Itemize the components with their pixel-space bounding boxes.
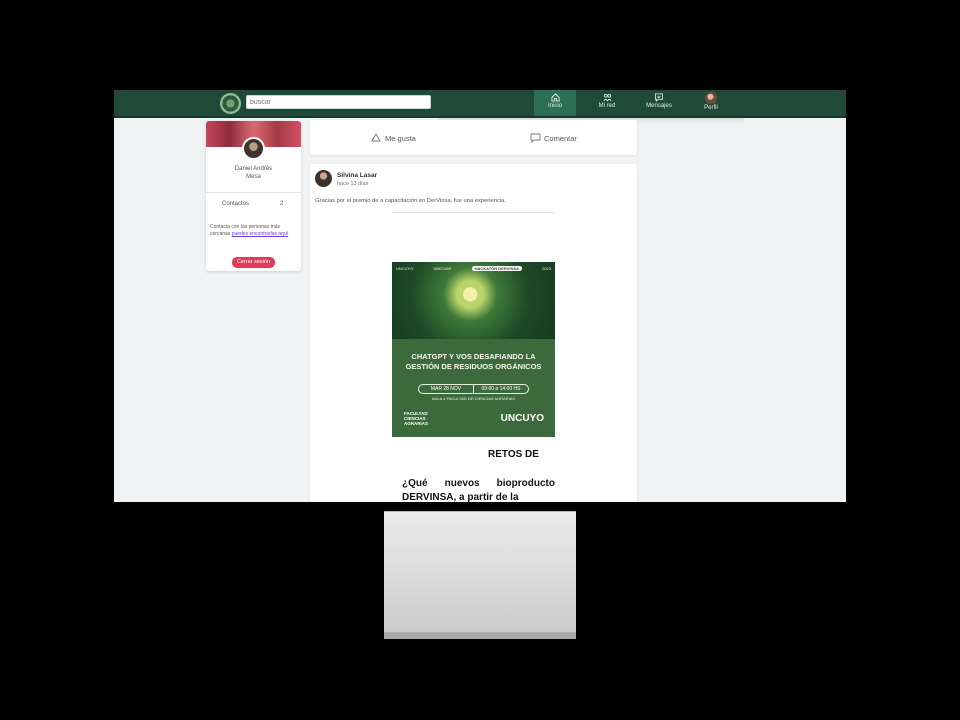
monitor-stand	[384, 511, 576, 639]
post-image[interactable]: UNCUYO INNOVAR HACKATÓN DERVINSA 2023 CH…	[392, 262, 555, 437]
poster-hours: 09:00 a 14:00 HS	[473, 385, 528, 393]
divider	[392, 212, 554, 213]
poster-tag: INNOVAR	[433, 266, 452, 271]
profile-name-line1: Daniel Andrés	[234, 166, 273, 172]
poster-date: MAR 28 NOV	[430, 386, 462, 392]
post-author-avatar[interactable]	[315, 170, 332, 187]
message-icon	[654, 93, 664, 102]
poster-date-box: MAR 28 NOV 09:00 a 14:00 HS	[418, 384, 529, 394]
nav-home-label: Inicio	[547, 103, 562, 109]
nav-messages-label: Mensajes	[646, 103, 672, 109]
profile-card: Daniel Andrés Mesa Contactos 2 Contacta …	[206, 121, 301, 271]
monitor-screen: Inicio Mi red Mensajes Perfil Daniel And…	[114, 90, 846, 502]
divider	[206, 192, 301, 193]
faculty-logo: FACULTAD CIENCIAS AGRARIAS	[404, 411, 428, 426]
nav-network-label: Mi red	[598, 103, 616, 109]
nav-network[interactable]: Mi red	[586, 90, 628, 116]
app-logo[interactable]	[220, 93, 241, 114]
poster-title-line1: CHATGPT Y VOS DESAFIANDO LA	[411, 352, 536, 361]
comment-button[interactable]: Comentar	[530, 133, 577, 143]
post-card: Silvina Lasar hace 13 días Gracias por e…	[310, 164, 637, 502]
post-text: Gracias por el premio de a capacitación …	[315, 198, 506, 204]
avatar	[705, 92, 717, 104]
nav-home[interactable]: Inicio	[534, 90, 576, 116]
contact-suggestion-link[interactable]: puedes encontrarlas aquí	[232, 231, 288, 237]
nav-messages[interactable]: Mensajes	[638, 90, 680, 116]
poster-place: AULA 4 FACULTAD DE CIENCIAS AGRARIAS	[431, 396, 516, 401]
home-icon	[550, 93, 560, 102]
like-button[interactable]: Me gusta	[370, 133, 416, 144]
poster-org: UNCUYO	[396, 266, 414, 271]
post-question: ¿Qué nuevos bioproducto DERVINSA, a part…	[402, 478, 555, 502]
profile-name-line2: Mesa	[246, 174, 261, 180]
profile-avatar[interactable]	[242, 137, 265, 160]
faculty-line3: AGRARIAS	[404, 420, 429, 426]
nav-profile[interactable]: Perfil	[690, 90, 732, 116]
contacts-count: 2	[280, 201, 284, 207]
contacts-label: Contactos	[222, 201, 250, 207]
poster-header: UNCUYO INNOVAR HACKATÓN DERVINSA 2023	[396, 266, 551, 271]
like-label: Me gusta	[385, 134, 416, 143]
post-timestamp: hace 13 días	[337, 181, 369, 187]
network-icon	[603, 93, 611, 102]
monitor-stand-base	[384, 632, 576, 639]
search-input[interactable]	[246, 95, 431, 109]
comment-label: Comentar	[544, 133, 577, 143]
poster-title: CHATGPT Y VOS DESAFIANDO LA GESTIÓN DE R…	[392, 352, 555, 372]
post-author[interactable]: Silvina Lasar	[337, 172, 377, 179]
faculty-line2: CIENCIAS	[404, 415, 426, 421]
faculty-line1: FACULTAD	[404, 410, 428, 416]
nav-profile-label: Perfil	[704, 105, 718, 111]
lightbulb-image	[392, 262, 555, 339]
poster-pill: HACKATÓN DERVINSA	[471, 266, 522, 271]
contact-suggestion: Contacta con las personas más cercanas p…	[210, 224, 296, 238]
logout-button[interactable]: Cerrar sesión	[232, 257, 275, 268]
post-actions-card: Me gusta Comentar	[310, 120, 637, 155]
comment-icon	[530, 133, 541, 143]
poster-year: 2023	[542, 266, 551, 271]
recycle-like-icon	[371, 133, 381, 142]
uncuyo-logo: UNCUYO	[500, 412, 544, 424]
top-navigation-bar: Inicio Mi red Mensajes Perfil	[114, 90, 846, 118]
post-heading: RETOS DE	[488, 449, 539, 460]
poster-title-line2: GESTIÓN DE RESIDUOS ORGÁNICOS	[405, 362, 542, 371]
profile-name: Daniel Andrés Mesa	[206, 165, 301, 181]
poster-footer: FACULTAD CIENCIAS AGRARIAS UNCUYO	[404, 408, 544, 428]
